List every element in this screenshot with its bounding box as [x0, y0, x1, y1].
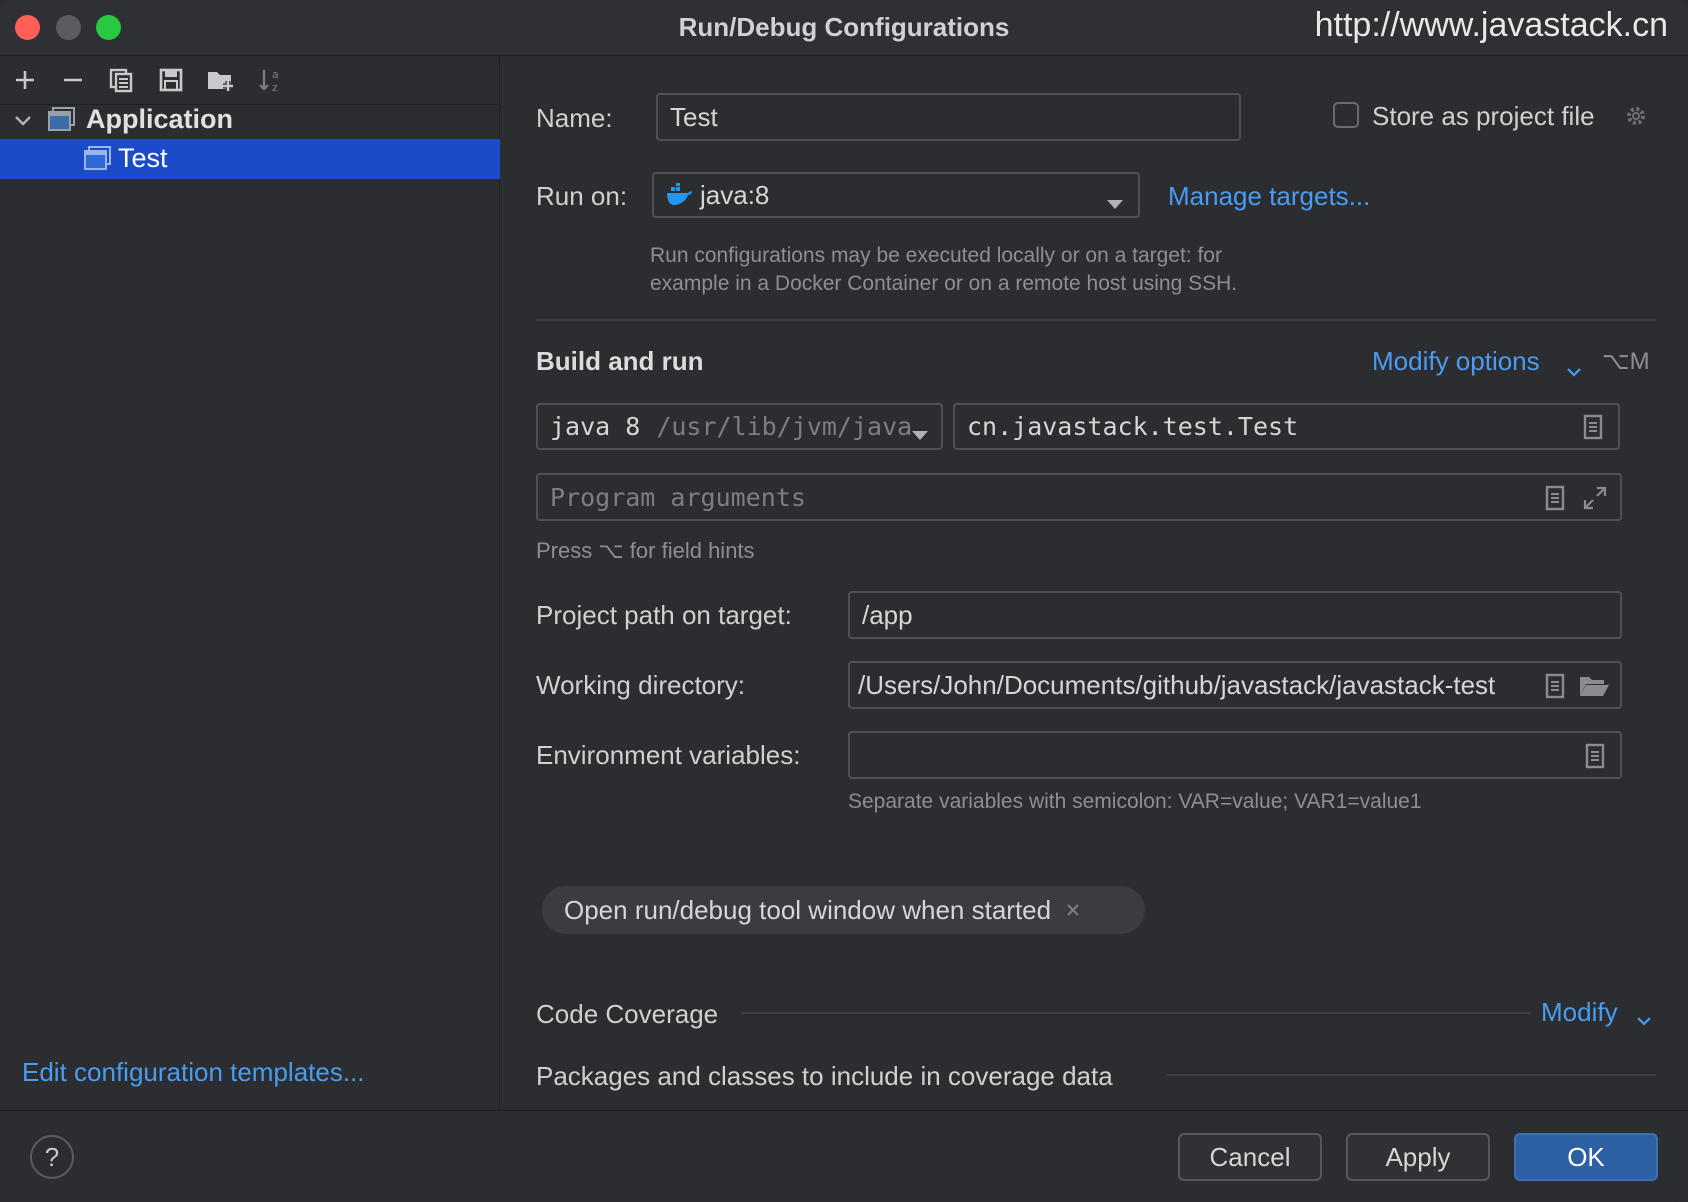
dialog-button-bar: ? Cancel Apply OK: [0, 1110, 1688, 1202]
help-button[interactable]: ?: [30, 1135, 74, 1179]
document-icon[interactable]: [1582, 743, 1608, 769]
close-icon[interactable]: [1065, 902, 1081, 918]
svg-text:z: z: [272, 81, 278, 94]
jdk-select[interactable]: java 8 /usr/lib/jvm/java: [536, 403, 943, 450]
open-tool-window-chip[interactable]: Open run/debug tool window when started: [542, 886, 1145, 934]
document-icon[interactable]: [1542, 673, 1568, 699]
project-path-input[interactable]: /app: [848, 591, 1622, 639]
configuration-sidebar: az Application Test Edit configuration t…: [0, 57, 500, 1110]
application-icon: [48, 106, 76, 139]
configuration-form: Name: Test Store as project file Run on:…: [501, 57, 1688, 1110]
run-on-select[interactable]: java:8: [652, 172, 1140, 218]
tree-group-label: Application: [86, 104, 233, 134]
gear-icon[interactable]: [1623, 103, 1649, 129]
chevron-down-icon[interactable]: [12, 108, 34, 139]
code-coverage-title: Code Coverage: [536, 999, 719, 1029]
store-as-project-checkbox[interactable]: [1333, 102, 1359, 128]
document-icon[interactable]: [1542, 485, 1568, 511]
docker-icon: [666, 183, 694, 207]
folder-open-icon[interactable]: [1578, 673, 1610, 699]
open-tool-window-label: Open run/debug tool window when started: [564, 894, 1052, 925]
modify-options-link[interactable]: Modify options: [1372, 346, 1540, 377]
application-icon: [84, 145, 112, 178]
jdk-name: java 8: [550, 412, 641, 441]
manage-targets-link[interactable]: Manage targets...: [1168, 181, 1370, 212]
chevron-down-icon[interactable]: [1635, 1004, 1653, 1035]
sidebar-toolbar: az: [0, 57, 500, 105]
run-on-hint-line1: Run configurations may be executed local…: [650, 244, 1222, 267]
program-arguments-placeholder: Program arguments: [550, 482, 806, 512]
working-directory-label: Working directory:: [536, 670, 746, 700]
edit-templates-link[interactable]: Edit configuration templates...: [22, 1057, 365, 1088]
svg-text:a: a: [272, 68, 279, 81]
name-label: Name:: [536, 103, 613, 133]
dropdown-arrow-icon: [911, 419, 929, 448]
main-class-value: cn.javastack.test.Test: [967, 412, 1299, 441]
folder-add-icon[interactable]: [206, 65, 236, 95]
run-on-value: java:8: [700, 179, 770, 210]
working-directory-value: /Users/John/Documents/github/javastack/j…: [858, 669, 1496, 700]
jdk-path: /usr/lib/jvm/java: [656, 412, 913, 441]
main-class-input[interactable]: cn.javastack.test.Test: [953, 403, 1620, 450]
name-input[interactable]: Test: [656, 93, 1241, 141]
watermark-url: http://www.javastack.cn: [1314, 6, 1668, 44]
document-icon[interactable]: [1580, 414, 1606, 440]
ok-button[interactable]: OK: [1514, 1133, 1658, 1181]
section-divider: [536, 319, 1656, 321]
store-as-project-label: Store as project file: [1372, 101, 1595, 131]
run-on-label: Run on:: [536, 181, 628, 211]
coverage-packages-divider: [1166, 1074, 1656, 1076]
project-path-value: /app: [862, 599, 913, 630]
apply-button[interactable]: Apply: [1346, 1133, 1490, 1181]
expand-icon[interactable]: [1582, 485, 1608, 511]
field-hints-text: Press ⌥ for field hints: [536, 538, 755, 563]
name-input-value: Test: [670, 101, 718, 132]
title-bar: Run/Debug Configurations http://www.java…: [0, 0, 1688, 56]
chevron-down-icon[interactable]: [1565, 355, 1583, 386]
coverage-packages-title: Packages and classes to include in cover…: [536, 1061, 1113, 1091]
tree-group-application[interactable]: Application: [0, 100, 500, 140]
sort-icon[interactable]: az: [256, 65, 286, 95]
dropdown-arrow-icon: [1106, 187, 1124, 218]
build-and-run-title: Build and run: [536, 346, 704, 376]
code-coverage-divider: [741, 1012, 1531, 1014]
copy-icon[interactable]: [106, 65, 136, 95]
save-icon[interactable]: [156, 65, 186, 95]
coverage-modify-link[interactable]: Modify: [1541, 997, 1618, 1028]
cancel-button[interactable]: Cancel: [1178, 1133, 1322, 1181]
environment-variables-label: Environment variables:: [536, 740, 801, 770]
tree-item-test[interactable]: Test: [0, 139, 500, 179]
project-path-label: Project path on target:: [536, 600, 792, 630]
run-on-hint-line2: example in a Docker Container or on a re…: [650, 272, 1238, 295]
plus-icon[interactable]: [10, 65, 40, 95]
run-debug-dialog: Run/Debug Configurations http://www.java…: [0, 0, 1688, 1202]
minus-icon[interactable]: [58, 65, 88, 95]
working-directory-input[interactable]: /Users/John/Documents/github/javastack/j…: [848, 661, 1622, 709]
modify-options-shortcut: ⌥M: [1602, 348, 1650, 375]
tree-item-label: Test: [118, 143, 168, 173]
environment-variables-hint: Separate variables with semicolon: VAR=v…: [848, 790, 1422, 813]
program-arguments-input[interactable]: Program arguments: [536, 473, 1622, 521]
environment-variables-input[interactable]: [848, 731, 1622, 779]
